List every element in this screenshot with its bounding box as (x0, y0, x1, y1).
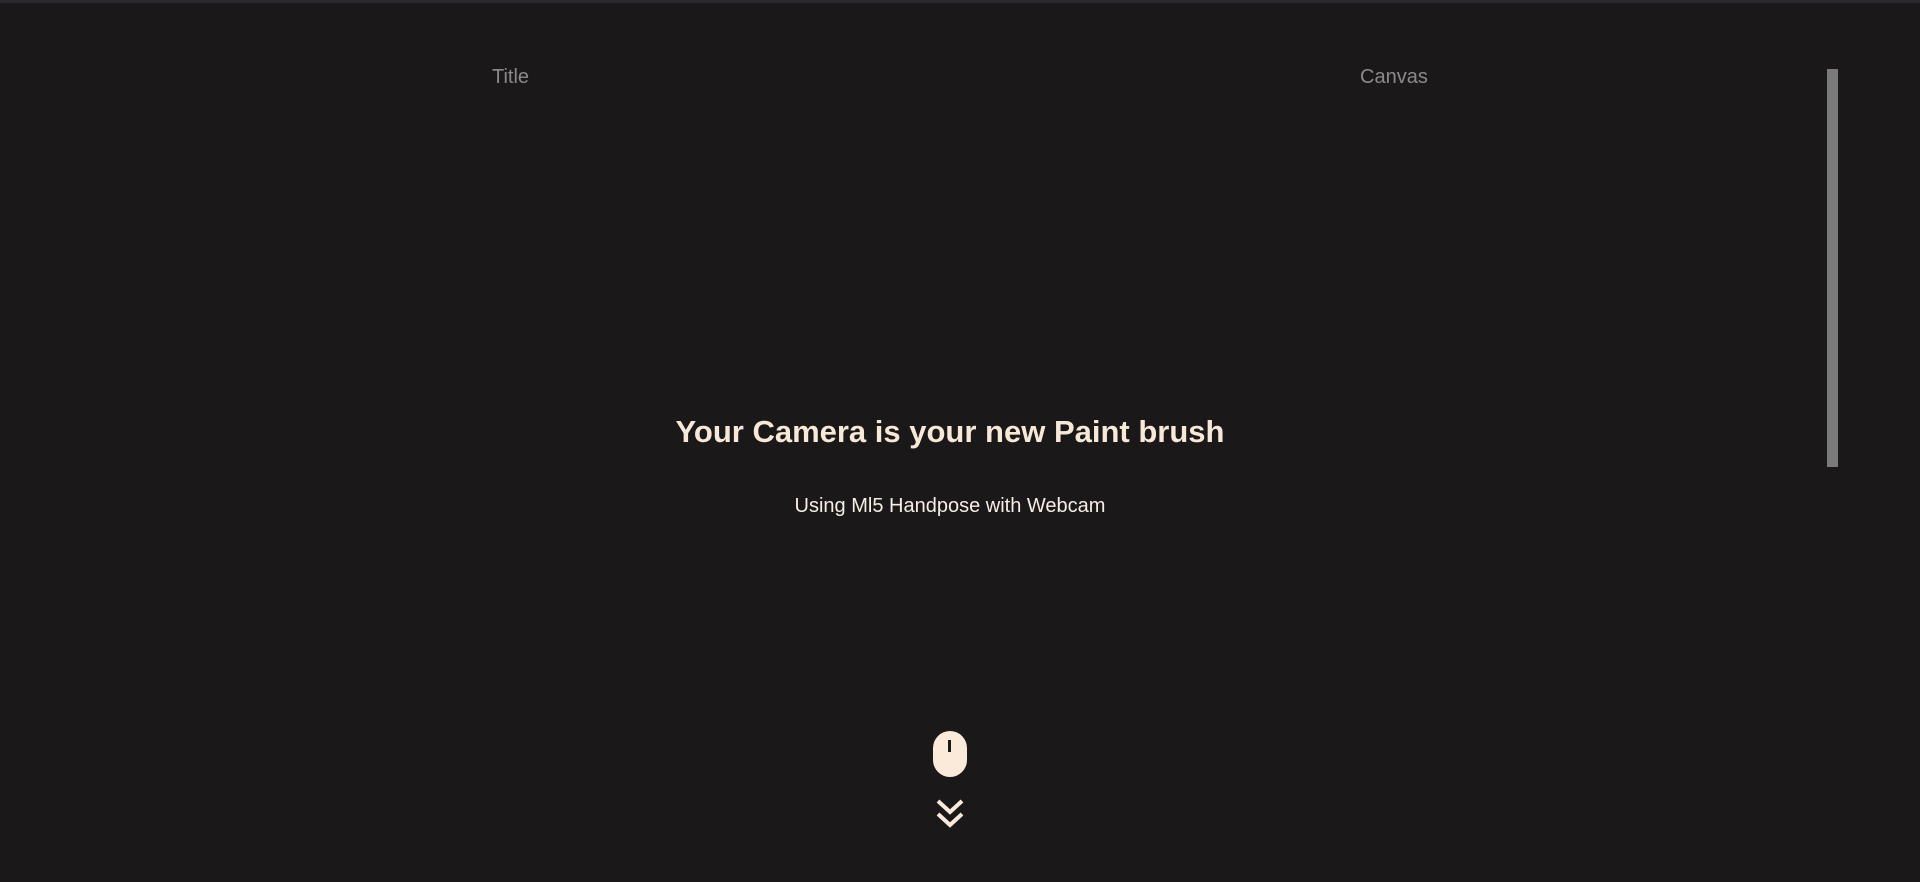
mouse-wheel (948, 740, 951, 752)
top-border (0, 0, 1920, 3)
nav-link-title[interactable]: Title (492, 66, 529, 89)
hero-subtitle: Using Ml5 Handpose with Webcam (794, 495, 1106, 517)
nav-link-canvas[interactable]: Canvas (1360, 66, 1428, 89)
double-chevron-down-icon[interactable] (935, 797, 965, 831)
hero-title: Your Camera is your new Paint brush (675, 414, 1225, 449)
scroll-indicator[interactable] (1827, 69, 1838, 467)
mouse-icon (933, 731, 967, 777)
